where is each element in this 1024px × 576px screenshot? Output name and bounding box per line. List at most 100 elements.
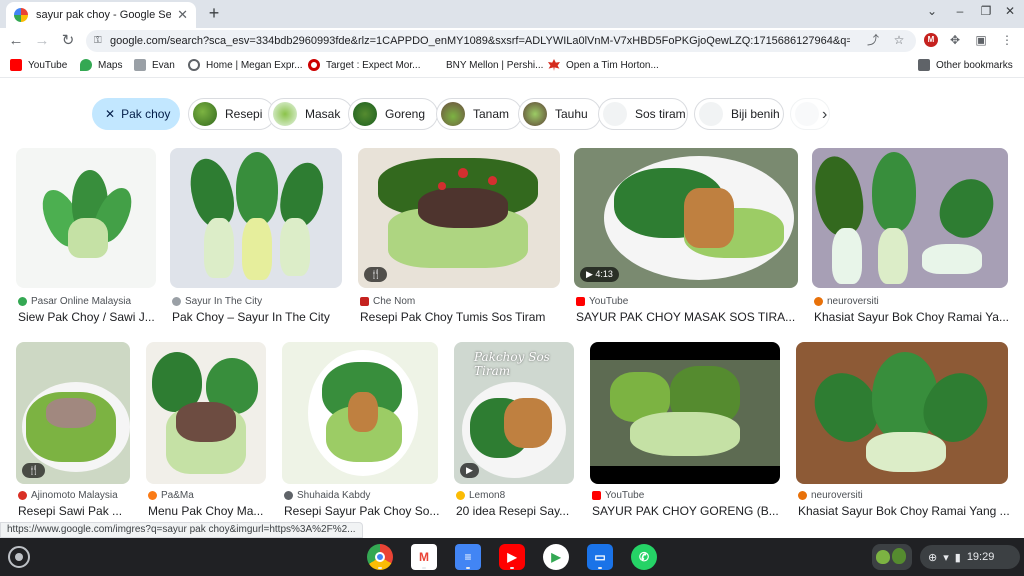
close-window-icon[interactable]: ✕: [1000, 4, 1020, 18]
image-overlay-text: Pakchoy Sos Tiram: [474, 350, 550, 378]
clear-chip-icon[interactable]: ✕: [105, 107, 115, 121]
result-source: Ajinomoto Malaysia: [18, 490, 118, 501]
extension-m-icon[interactable]: M: [924, 33, 938, 47]
bookmark-target[interactable]: Target : Expect Mor...: [308, 59, 420, 71]
tab-search[interactable]: sayur pak choy - Google Search ✕: [6, 2, 196, 28]
site-info-icon[interactable]: ⚿: [94, 35, 104, 47]
video-duration-badge: ▶ 4:13: [580, 267, 619, 282]
google-favicon-icon: [14, 8, 28, 22]
chip-tauhu[interactable]: Tauhu: [518, 98, 601, 130]
chip-sos-tiram[interactable]: Sos tiram: [598, 98, 688, 130]
image-result[interactable]: neuroversiti Khasiat Sayur Bok Choy Rama…: [812, 148, 1010, 328]
source-favicon-icon: [456, 491, 465, 500]
bookmark-maps[interactable]: Maps: [80, 59, 122, 71]
chip-resepi[interactable]: Resepi: [188, 98, 276, 130]
chip-biji-benih[interactable]: Biji benih: [694, 98, 784, 130]
globe-icon: [188, 59, 200, 71]
chip-thumbnail: [523, 102, 547, 126]
result-source: Lemon8: [456, 490, 505, 501]
chrome-app-icon[interactable]: [367, 544, 393, 570]
bookmark-megan-express[interactable]: Home | Megan Expr...: [188, 59, 303, 71]
result-source: YouTube: [576, 296, 628, 307]
close-tab-icon[interactable]: ✕: [177, 7, 188, 23]
forward-icon[interactable]: →: [32, 31, 52, 51]
minimize-icon[interactable]: –: [950, 4, 970, 18]
youtube-app-icon[interactable]: ▶: [499, 544, 525, 570]
image-result[interactable]: 🍴 Ajinomoto Malaysia Resepi Sawi Pak ...: [16, 342, 130, 522]
address-bar[interactable]: ⚿ google.com/search?sca_esv=334bdb296099…: [86, 30, 916, 52]
result-thumbnail: Pakchoy Sos Tiram ▶: [454, 342, 574, 484]
battery-icon: ▮: [954, 551, 961, 564]
result-source: Pasar Online Malaysia: [18, 296, 131, 307]
result-source: Pa&Ma: [148, 490, 194, 501]
system-tray[interactable]: ⊕ ▾ ▮ 19:29: [920, 545, 1020, 569]
chromeos-shelf: M ≡ ▶ ▶ ▭ ✆ ⊕ ▾ ▮ 19:29: [0, 538, 1024, 576]
image-result[interactable]: 🍴 Che Nom Resepi Pak Choy Tumis Sos Tira…: [358, 148, 560, 328]
extensions-icon[interactable]: ✥: [946, 31, 964, 49]
image-result[interactable]: Pa&Ma Menu Pak Choy Ma...: [146, 342, 266, 522]
image-result[interactable]: YouTube SAYUR PAK CHOY GORENG (B...: [590, 342, 780, 522]
result-caption[interactable]: Resepi Sawi Pak ...: [18, 504, 132, 518]
chip-goreng[interactable]: Goreng: [348, 98, 439, 130]
youtube-icon: [576, 297, 585, 306]
image-result[interactable]: Shuhaida Kabdy Resepi Sayur Pak Choy So.…: [282, 342, 440, 522]
bookmark-bny-mellon[interactable]: BNY Mellon | Pershi...: [428, 59, 543, 71]
result-source: neuroversiti: [798, 490, 863, 501]
result-caption[interactable]: Pak Choy – Sayur In The City: [172, 310, 344, 324]
whatsapp-app-icon[interactable]: ✆: [631, 544, 657, 570]
menu-icon[interactable]: ⋮: [998, 31, 1016, 49]
source-favicon-icon: [172, 297, 181, 306]
side-panel-icon[interactable]: ▣: [972, 31, 990, 49]
chip-masak[interactable]: Masak: [268, 98, 354, 130]
result-thumbnail: [282, 342, 438, 484]
image-result[interactable]: Pasar Online Malaysia Siew Pak Choy / Sa…: [16, 148, 156, 328]
image-result[interactable]: Pakchoy Sos Tiram ▶ Lemon8 20 idea Resep…: [454, 342, 574, 522]
play-store-app-icon[interactable]: ▶: [543, 544, 569, 570]
result-caption[interactable]: Resepi Sayur Pak Choy So...: [284, 504, 440, 518]
files-app-icon[interactable]: ▭: [587, 544, 613, 570]
filter-chips: ✕ Pak choy Resepi Masak Goreng Tanam Tau…: [92, 98, 992, 130]
bookmark-evan[interactable]: Evan: [134, 59, 175, 71]
back-icon[interactable]: ←: [6, 31, 26, 51]
bookmark-other[interactable]: Other bookmarks: [918, 59, 1013, 71]
result-caption[interactable]: Khasiat Sayur Bok Choy Ramai Ya...: [814, 310, 1010, 324]
source-favicon-icon: [360, 297, 369, 306]
youtube-icon: [10, 59, 22, 71]
source-favicon-icon: [284, 491, 293, 500]
image-result[interactable]: ▶ 4:13 YouTube SAYUR PAK CHOY MASAK SOS …: [574, 148, 798, 328]
chip-thumbnail: [795, 102, 819, 126]
bookmark-tim-hortons[interactable]: Open a Tim Horton...: [548, 59, 659, 71]
result-thumbnail: [796, 342, 1008, 484]
chevron-right-icon[interactable]: ›: [822, 106, 827, 124]
result-caption[interactable]: Resepi Pak Choy Tumis Sos Tiram: [360, 310, 562, 324]
tab-search-dropdown-icon[interactable]: ⌄: [922, 4, 942, 18]
reload-icon[interactable]: ↻: [58, 31, 78, 51]
bookmark-star-icon[interactable]: ☆: [890, 31, 908, 49]
source-favicon-icon: [814, 297, 823, 306]
result-caption[interactable]: SAYUR PAK CHOY MASAK SOS TIRA...: [576, 310, 800, 324]
result-caption[interactable]: SAYUR PAK CHOY GORENG (B...: [592, 504, 782, 518]
result-caption[interactable]: 20 idea Resepi Say...: [456, 504, 576, 518]
result-caption[interactable]: Siew Pak Choy / Sawi J...: [18, 310, 158, 324]
new-tab-icon[interactable]: +: [204, 3, 224, 23]
restore-icon[interactable]: ❐: [976, 4, 996, 18]
bookmarks-bar: YouTube Maps Evan Home | Megan Expr... T…: [0, 56, 1024, 78]
holding-space-thumbnail[interactable]: [872, 544, 912, 570]
result-thumbnail: [590, 342, 780, 484]
source-favicon-icon: [18, 491, 27, 500]
gmail-app-icon[interactable]: M: [411, 544, 437, 570]
chip-pak-choy[interactable]: ✕ Pak choy: [92, 98, 180, 130]
folder-icon: [918, 59, 930, 71]
result-caption[interactable]: Khasiat Sayur Bok Choy Ramai Yang ...: [798, 504, 1010, 518]
launcher-icon[interactable]: [8, 546, 30, 568]
docs-app-icon[interactable]: ≡: [455, 544, 481, 570]
maps-pin-icon: [80, 59, 92, 71]
bookmark-youtube[interactable]: YouTube: [10, 59, 67, 71]
share-icon[interactable]: ⤴: [864, 31, 882, 49]
chip-tanam[interactable]: Tanam: [436, 98, 523, 130]
result-caption[interactable]: Menu Pak Choy Ma...: [148, 504, 268, 518]
target-icon: [308, 59, 320, 71]
image-result[interactable]: neuroversiti Khasiat Sayur Bok Choy Rama…: [796, 342, 1010, 522]
result-source: Shuhaida Kabdy: [284, 490, 370, 501]
image-result[interactable]: Sayur In The City Pak Choy – Sayur In Th…: [170, 148, 342, 328]
